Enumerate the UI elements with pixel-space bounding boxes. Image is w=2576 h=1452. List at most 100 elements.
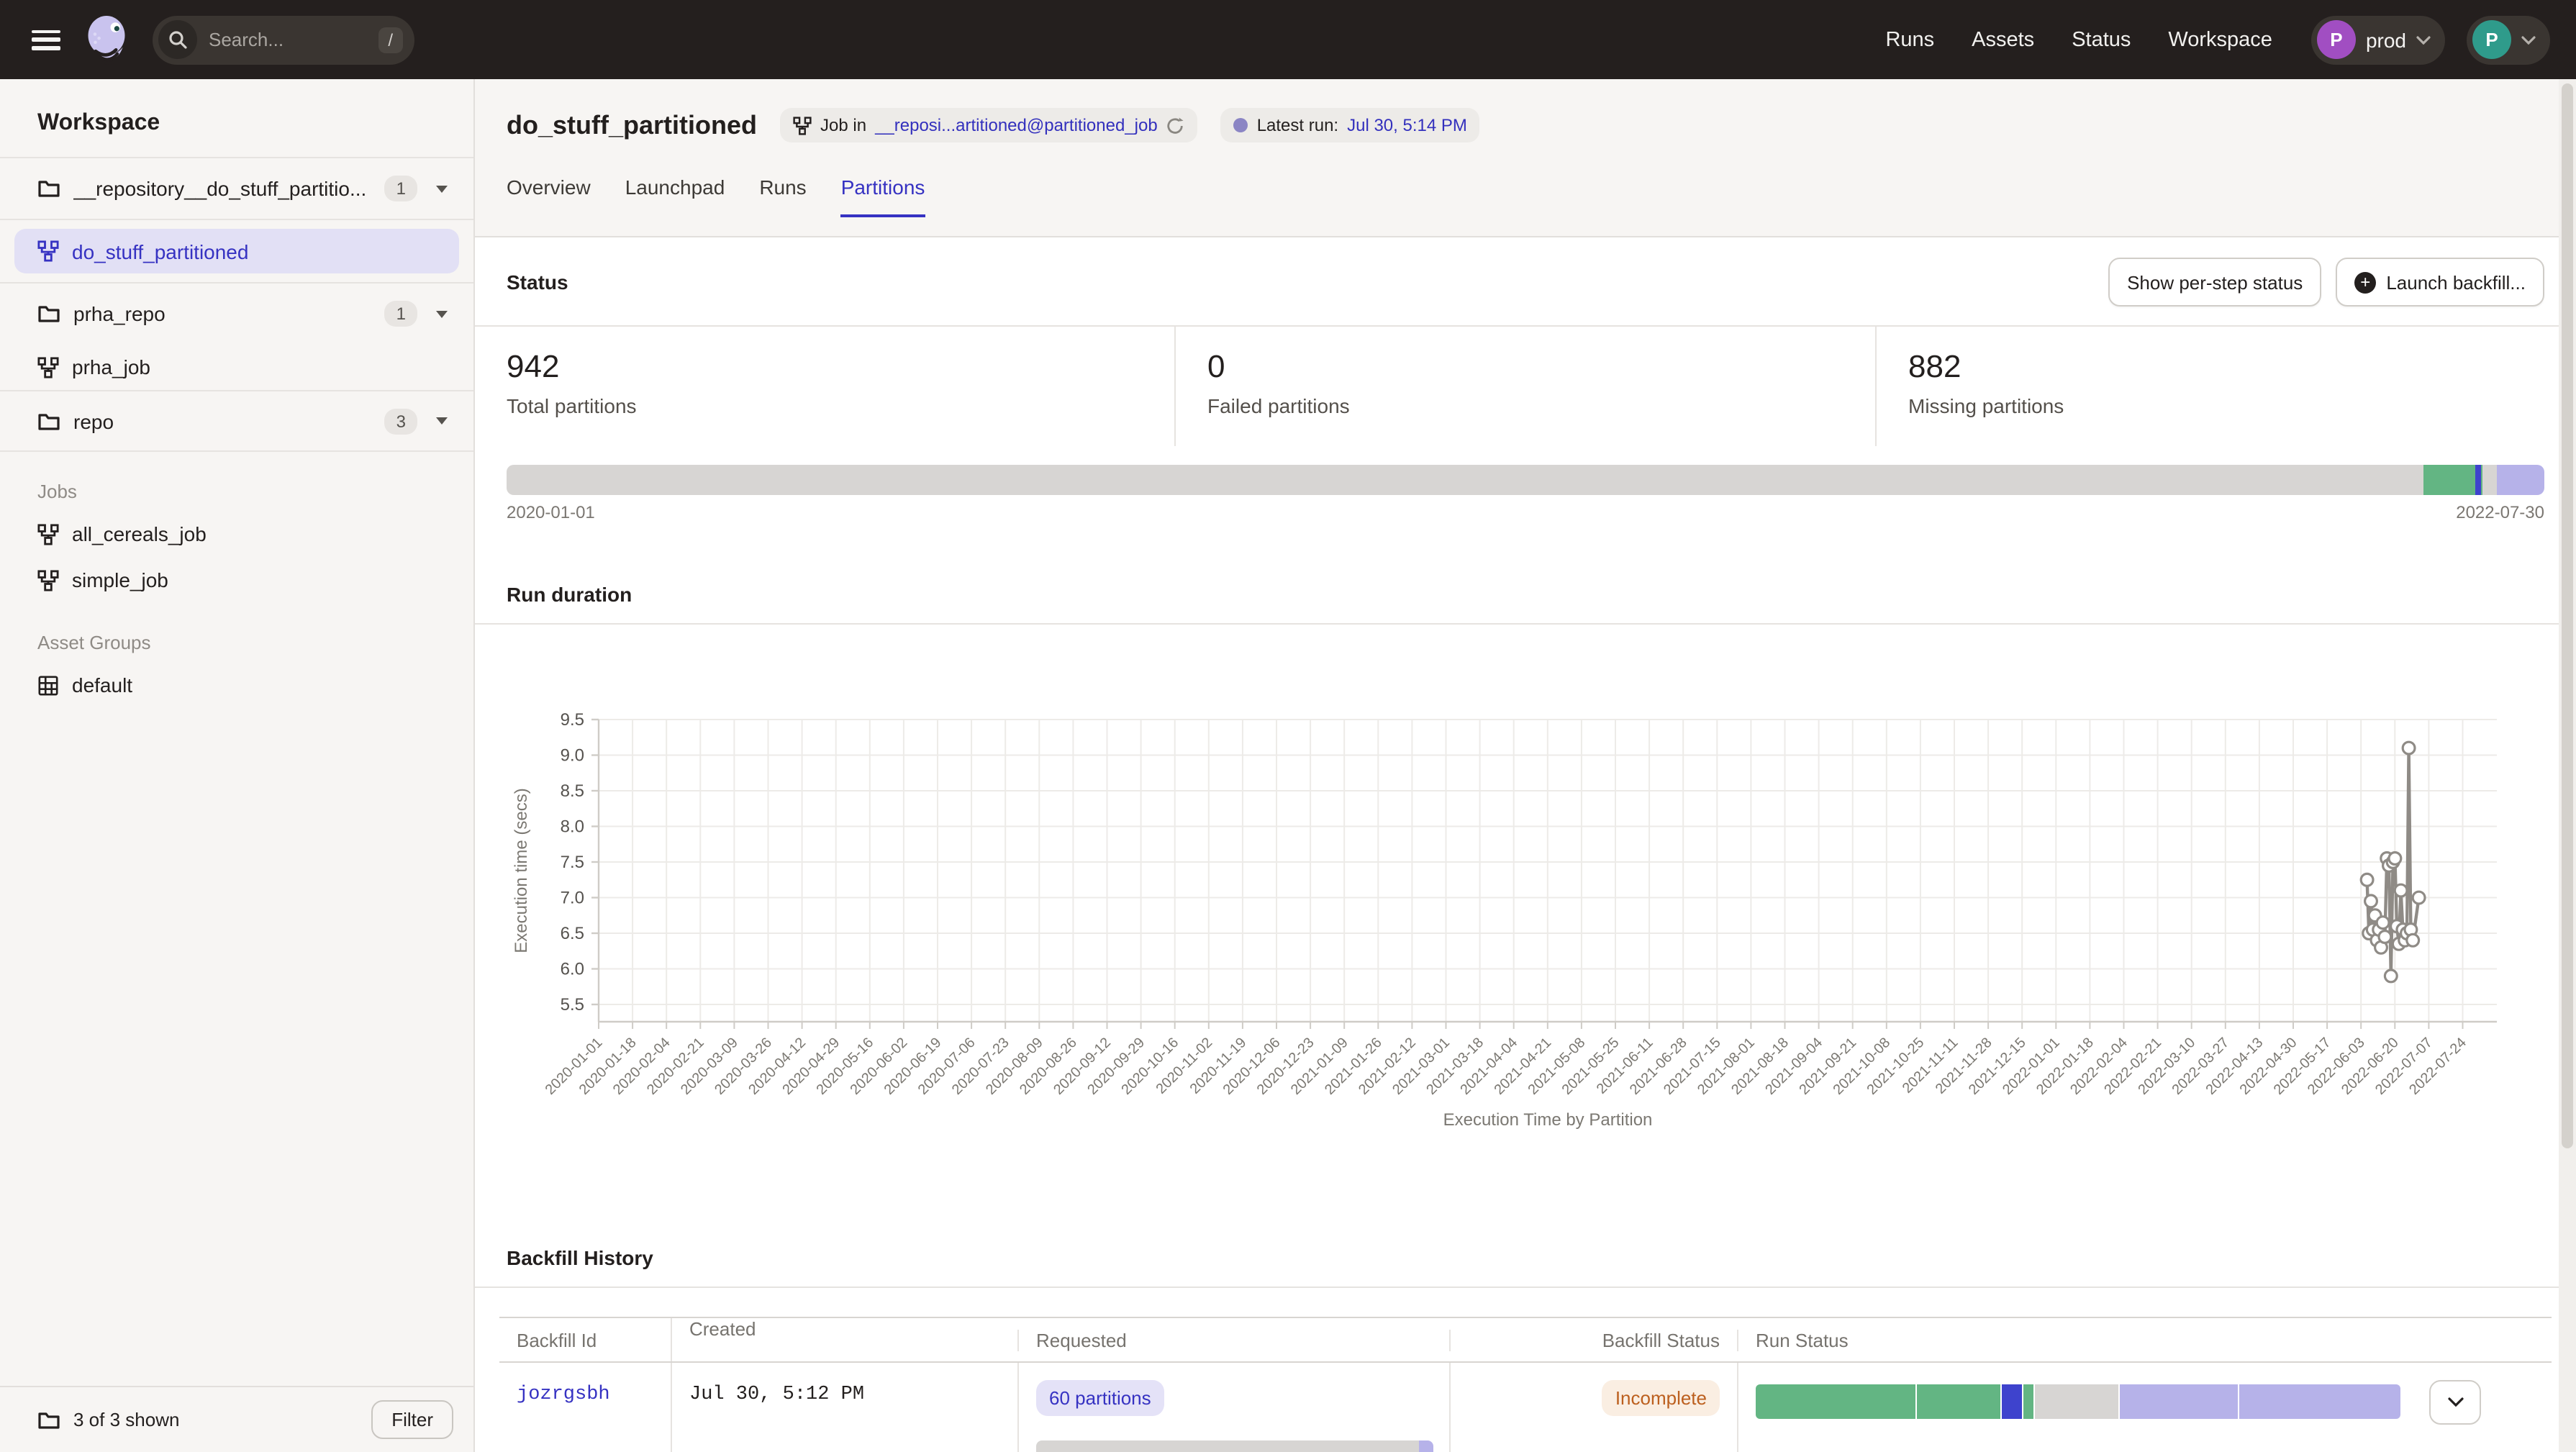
- requested-partitions-badge[interactable]: 60 partitions: [1036, 1380, 1164, 1416]
- filter-button[interactable]: Filter: [371, 1400, 453, 1439]
- show-per-step-status-button[interactable]: Show per-step status: [2108, 258, 2321, 307]
- run-duration-section-header: Run duration: [475, 583, 2576, 625]
- y-axis-tick-label: 8.5: [561, 781, 584, 801]
- sidebar-item-default-group[interactable]: default: [0, 662, 473, 708]
- data-point-marker[interactable]: [2395, 884, 2407, 897]
- sidebar-item-simple-job[interactable]: simple_job: [0, 557, 473, 603]
- tab-launchpad[interactable]: Launchpad: [625, 176, 725, 217]
- backfill-id-link[interactable]: jozrgsbh: [517, 1384, 610, 1406]
- sidebar-repo-row[interactable]: __repository__do_stuff_partitio... 1: [0, 158, 473, 219]
- job-location-prefix: Job in: [820, 115, 866, 135]
- show-per-step-status-label: Show per-step status: [2127, 271, 2303, 293]
- scrollbar-thumb[interactable]: [2562, 83, 2573, 1148]
- run-duration-heading: Run duration: [475, 583, 2576, 623]
- folder-icon: [37, 1410, 60, 1430]
- status-section-header: Status Show per-step status + Launch bac…: [507, 258, 2544, 307]
- bar-segment: [507, 465, 2424, 495]
- page-title: do_stuff_partitioned: [507, 110, 757, 140]
- data-point-marker[interactable]: [2377, 917, 2389, 929]
- user-avatar: P: [2472, 20, 2511, 59]
- repo-count-badge: 3: [385, 408, 417, 434]
- caret-down-icon[interactable]: [436, 310, 448, 317]
- nav-link-runs[interactable]: Runs: [1885, 28, 1934, 51]
- refresh-icon[interactable]: [1166, 116, 1185, 135]
- sidebar-item-all-cereals-job[interactable]: all_cereals_job: [0, 511, 473, 557]
- data-point-marker[interactable]: [2389, 853, 2401, 865]
- data-point-marker[interactable]: [2403, 742, 2415, 754]
- chevron-down-icon: [2447, 1397, 2463, 1407]
- bar-segment: [2120, 1384, 2239, 1419]
- folder-icon: [37, 178, 60, 199]
- y-axis-tick-label: 5.5: [561, 995, 584, 1015]
- vertical-scrollbar[interactable]: [2559, 79, 2576, 1452]
- job-location-badge: Job in __reposi...artitioned@partitioned…: [780, 108, 1198, 142]
- partition-bar-start-date: 2020-01-01: [507, 502, 595, 522]
- run-status-bar[interactable]: [1756, 1384, 2400, 1419]
- y-axis-title: Execution time (secs): [512, 788, 531, 953]
- bar-segment: [1756, 1384, 1918, 1419]
- search-input[interactable]: Search... /: [153, 15, 414, 64]
- bar-segment: [2424, 465, 2475, 495]
- job-location-link[interactable]: __reposi...artitioned@partitioned_job: [875, 115, 1158, 135]
- selected-job-label: do_stuff_partitioned: [72, 240, 248, 263]
- search-placeholder: Search...: [209, 29, 366, 50]
- user-menu[interactable]: P: [2467, 15, 2550, 64]
- nav-link-workspace[interactable]: Workspace: [2168, 28, 2272, 51]
- hamburger-menu-icon[interactable]: [32, 30, 60, 50]
- latest-run-label: Latest run:: [1257, 115, 1338, 135]
- data-point-marker[interactable]: [2407, 934, 2419, 946]
- latest-run-link[interactable]: Jul 30, 5:14 PM: [1347, 115, 1467, 135]
- nav-link-status[interactable]: Status: [2072, 28, 2131, 51]
- main-content: do_stuff_partitioned Job in __reposi...a…: [475, 79, 2576, 1452]
- y-axis-tick-label: 9.5: [561, 710, 584, 730]
- stat-value: 882: [1908, 348, 2544, 386]
- repo-label: __repository__do_stuff_partitio...: [73, 177, 372, 200]
- repo-label: repo: [73, 409, 372, 432]
- launch-backfill-label: Launch backfill...: [2386, 271, 2526, 293]
- sidebar-title: Workspace: [0, 79, 473, 157]
- sidebar-item-prha-job[interactable]: prha_job: [0, 344, 473, 390]
- sidebar-footer: 3 of 3 shown Filter: [0, 1386, 473, 1452]
- column-run-status: Run Status: [1737, 1329, 2418, 1351]
- page-header: do_stuff_partitioned Job in __reposi...a…: [475, 79, 2576, 237]
- latest-run-badge: Latest run: Jul 30, 5:14 PM: [1221, 108, 1480, 142]
- search-shortcut-badge: /: [378, 27, 403, 53]
- caret-down-icon[interactable]: [436, 417, 448, 425]
- backfill-created-time: Jul 30, 5:12 PM: [689, 1384, 864, 1406]
- data-point-marker[interactable]: [2413, 891, 2425, 904]
- y-axis-tick-label: 8.0: [561, 817, 584, 837]
- y-axis-tick-label: 7.5: [561, 853, 584, 872]
- column-backfill-status: Backfill Status: [1449, 1329, 1737, 1351]
- run-duration-chart[interactable]: 9.59.08.58.07.57.06.56.05.52020-01-01202…: [507, 691, 2544, 1197]
- data-point-marker[interactable]: [2385, 970, 2397, 982]
- sidebar-repo-row[interactable]: repo 3: [0, 390, 473, 450]
- bar-segment: [1918, 1384, 2002, 1419]
- backfill-status-badge: Incomplete: [1602, 1380, 1720, 1416]
- bar-segment: [1036, 1440, 1418, 1452]
- dagster-logo-icon[interactable]: [82, 14, 131, 65]
- data-point-marker[interactable]: [2361, 874, 2373, 886]
- data-point-marker[interactable]: [2365, 895, 2377, 907]
- tab-runs[interactable]: Runs: [759, 176, 806, 217]
- caret-down-icon[interactable]: [436, 185, 448, 192]
- column-created: Created: [671, 1318, 1017, 1361]
- launch-backfill-button[interactable]: + Launch backfill...: [2336, 258, 2544, 307]
- expand-row-button[interactable]: [2429, 1380, 2481, 1425]
- deployment-switcher[interactable]: P prod: [2311, 15, 2445, 64]
- partition-status-bar[interactable]: [507, 465, 2544, 495]
- nav-link-assets[interactable]: Assets: [1972, 28, 2034, 51]
- stat-label: Total partitions: [507, 394, 1143, 417]
- tab-overview[interactable]: Overview: [507, 176, 591, 217]
- repo-label: prha_repo: [73, 302, 372, 325]
- folder-icon: [37, 304, 60, 324]
- y-axis-tick-label: 6.0: [561, 960, 584, 979]
- bar-segment: [2023, 1384, 2034, 1419]
- bar-segment: [2239, 1384, 2400, 1419]
- tab-partitions[interactable]: Partitions: [841, 176, 925, 217]
- deployment-label: prod: [2366, 28, 2406, 51]
- sidebar-repo-row[interactable]: prha_repo 1: [0, 283, 473, 344]
- stat-failed-partitions: 0 Failed partitions: [1174, 327, 1875, 446]
- data-point-marker[interactable]: [2379, 931, 2391, 943]
- sidebar-item-do-stuff-partitioned[interactable]: do_stuff_partitioned: [14, 229, 459, 273]
- stat-total-partitions: 942 Total partitions: [475, 327, 1174, 446]
